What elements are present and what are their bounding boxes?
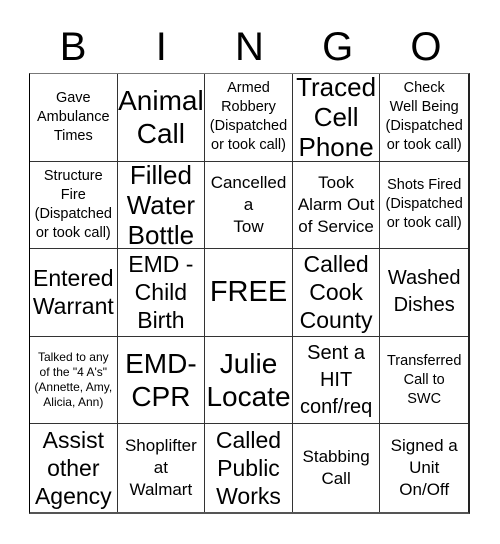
bingo-board: Gave Ambulance Times Animal Call Armed Rob… (29, 73, 470, 514)
bingo-cell-b1[interactable]: Gave Ambulance Times (30, 74, 118, 162)
bingo-cell-i3[interactable]: EMD - Child Birth (117, 249, 206, 337)
cell-label: Filled Water Bottle (126, 161, 196, 250)
bingo-cell-i1[interactable]: Animal Call (117, 74, 206, 162)
bingo-cell-b2[interactable]: Structure Fire (Dispatched or took call) (30, 161, 118, 250)
bingo-cell-n4[interactable]: Julie Locate (205, 336, 293, 425)
cell-label: Washed Dishes (387, 267, 461, 317)
bingo-cell-o1[interactable]: Check Well Being (Dispatched or took cal… (380, 74, 468, 162)
bingo-cell-g2[interactable]: Took Alarm Out of Service (292, 161, 381, 250)
free-space-cell[interactable]: FREE (205, 249, 293, 337)
bingo-cell-o4[interactable]: Transferred Call to SWC (380, 337, 468, 425)
bingo-cell-b5[interactable]: Assist other Agency (30, 424, 118, 512)
cell-label: Shots Fired (Dispatched or took call) (385, 177, 463, 232)
cell-label: Animal Call (118, 85, 204, 150)
bingo-cell-g4[interactable]: Sent a HIT conf/req (292, 336, 381, 425)
cell-label: Julie Locate (206, 348, 291, 413)
cell-label: Structure Fire (Dispatched or took call) (34, 167, 112, 241)
header-letter-n: N (235, 25, 264, 69)
cell-label: Took Alarm Out of Service (297, 172, 375, 236)
cell-label: Transferred Call to SWC (386, 352, 462, 407)
cell-label: Cancelled a Tow (210, 172, 287, 236)
bingo-cell-g5[interactable]: Stabbing Call (293, 424, 381, 512)
bingo-cell-o5[interactable]: Signed a Unit On/Off (380, 424, 468, 512)
cell-label: Shoplifter at Walmart (124, 436, 197, 500)
cell-label: EMD - Child Birth (128, 251, 194, 334)
header-letter-g: G (322, 25, 354, 69)
header-letter-i: I (155, 25, 167, 69)
bingo-cell-n1[interactable]: Armed Robbery (Dispatched or took call) (205, 74, 293, 162)
bingo-cell-n2[interactable]: Cancelled a Tow (205, 161, 293, 250)
bingo-cell-b3[interactable]: Entered Warrant (30, 249, 118, 337)
header-letter-o: O (410, 25, 442, 69)
bingo-cell-o2[interactable]: Shots Fired (Dispatched or took call) (380, 162, 468, 250)
cell-label: Assist other Agency (34, 427, 112, 510)
cell-label: FREE (209, 276, 288, 309)
bingo-cell-g3[interactable]: Called Cook County (292, 249, 381, 337)
cell-label: Signed a Unit On/Off (390, 436, 458, 500)
bingo-cell-i4[interactable]: EMD- CPR (117, 336, 206, 425)
bingo-header: B I N G O (29, 22, 470, 73)
bingo-cell-g1[interactable]: Traced Cell Phone (292, 74, 381, 162)
bingo-cell-n5[interactable]: Called Public Works (205, 424, 293, 512)
header-letter-b: B (59, 25, 87, 69)
cell-label: Armed Robbery (Dispatched or took call) (209, 80, 288, 154)
bingo-cell-o3[interactable]: Washed Dishes (380, 249, 468, 337)
bingo-cell-b4[interactable]: Talked to any of the "4 A's" (Annette, A… (30, 336, 118, 425)
cell-label: Called Cook County (299, 251, 373, 334)
cell-label: Sent a HIT conf/req (299, 341, 373, 418)
bingo-cell-i2[interactable]: Filled Water Bottle (117, 161, 206, 250)
cell-label: Called Public Works (215, 427, 282, 510)
cell-label: EMD- CPR (125, 348, 197, 413)
cell-label: Check Well Being (Dispatched or took cal… (385, 80, 463, 154)
cell-label: Entered Warrant (32, 265, 114, 320)
cell-label: Stabbing Call (302, 447, 370, 489)
bingo-cell-i5[interactable]: Shoplifter at Walmart (118, 424, 206, 512)
cell-label: Talked to any of the "4 A's" (Annette, A… (34, 350, 113, 410)
cell-label: Traced Cell Phone (296, 74, 377, 162)
cell-label: Gave Ambulance Times (37, 89, 110, 144)
